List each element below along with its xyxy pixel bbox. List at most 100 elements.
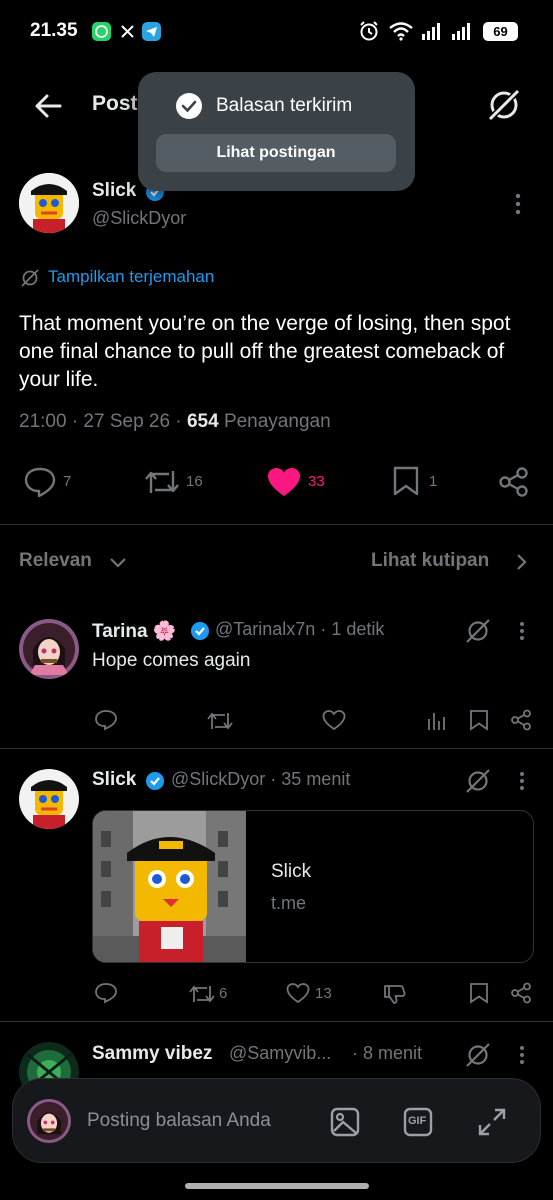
views-button[interactable] <box>426 709 446 731</box>
bookmark-button[interactable] <box>469 709 489 731</box>
x-icon <box>118 22 137 41</box>
divider <box>0 1021 553 1022</box>
link-card-title: Slick <box>271 861 312 882</box>
bookmark-icon <box>470 710 488 731</box>
like-count: 33 <box>308 473 325 490</box>
repost-icon <box>207 712 233 730</box>
translate-icon <box>20 268 40 288</box>
reply-icon <box>24 467 56 498</box>
more-options-icon[interactable] <box>519 771 525 791</box>
gif-label: GIF <box>408 1115 427 1127</box>
bookmark-icon <box>470 983 488 1004</box>
like-count: 13 <box>315 985 332 1002</box>
gif-button[interactable]: GIF <box>402 1106 434 1138</box>
grok-icon <box>485 86 523 124</box>
signal-icon-2 <box>451 21 473 41</box>
sort-relevance-button[interactable]: Relevan <box>19 550 92 572</box>
view-quotes-link[interactable]: Lihat kutipan <box>371 550 489 572</box>
like-button[interactable] <box>286 982 310 1004</box>
share-button[interactable] <box>510 709 532 731</box>
repost-button[interactable] <box>143 467 181 497</box>
battery-indicator: 69 <box>483 22 518 41</box>
arrow-left-icon <box>35 94 62 118</box>
reply-author-name[interactable]: Sammy vibez <box>92 1043 212 1065</box>
post-meta: 21:00 · 27 Sep 26 · 654 Penayangan <box>19 411 331 433</box>
like-button[interactable] <box>266 466 302 498</box>
wifi-icon <box>388 21 414 41</box>
reply-author-handle[interactable]: @Samyvib... <box>229 1043 331 1064</box>
heart-filled-icon <box>268 468 300 496</box>
whatsapp-icon <box>92 22 111 41</box>
divider <box>0 748 553 749</box>
repost-icon <box>189 985 215 1003</box>
share-icon <box>511 709 531 731</box>
more-options-icon[interactable] <box>519 1045 525 1065</box>
image-button[interactable] <box>329 1106 361 1138</box>
verified-badge-icon <box>145 771 165 791</box>
status-bar: 21.35 69 <box>0 0 553 64</box>
reply-avatar-slick[interactable] <box>19 769 79 829</box>
heart-icon <box>322 710 346 731</box>
grok-icon[interactable] <box>464 617 492 645</box>
back-button[interactable] <box>30 88 66 124</box>
expand-icon <box>478 1108 506 1136</box>
like-button[interactable] <box>322 709 346 731</box>
alarm-icon <box>358 20 380 42</box>
more-options-icon[interactable] <box>515 193 521 215</box>
repost-count: 16 <box>186 473 203 490</box>
reply-author-name[interactable]: Tarina 🌸 <box>92 619 177 643</box>
post-text: That moment you’re on the verge of losin… <box>19 312 511 391</box>
heart-icon <box>286 983 310 1004</box>
post-timestamp: 21:00 · 27 Sep 26 · <box>19 411 182 432</box>
bookmark-icon <box>393 466 419 496</box>
reply-icon <box>95 710 117 731</box>
author-name[interactable]: Slick <box>92 180 136 202</box>
link-card-domain: t.me <box>271 893 307 913</box>
check-circle-icon <box>176 93 202 119</box>
repost-button[interactable] <box>188 983 216 1005</box>
share-button[interactable] <box>498 466 530 498</box>
reply-composer[interactable]: Posting balasan Anda GIF <box>12 1078 541 1163</box>
chevron-right-icon[interactable] <box>514 552 528 572</box>
expand-button[interactable] <box>476 1106 508 1138</box>
analytics-icon <box>428 713 445 730</box>
author-handle[interactable]: @SlickDyor <box>92 208 186 229</box>
downvote-button[interactable] <box>383 983 407 1005</box>
author-avatar[interactable] <box>19 173 79 233</box>
composer-avatar <box>27 1099 71 1143</box>
repost-button[interactable] <box>206 710 234 732</box>
share-button[interactable] <box>510 982 532 1004</box>
reply-icon <box>95 983 117 1004</box>
home-indicator[interactable] <box>185 1183 369 1189</box>
reply-input[interactable]: Posting balasan Anda <box>87 1110 271 1132</box>
toast-notification: Balasan terkirim Lihat postingan <box>138 72 415 191</box>
reply-button[interactable] <box>94 982 118 1004</box>
bookmark-button[interactable] <box>392 465 420 497</box>
share-icon <box>511 982 531 1004</box>
reply-author-name[interactable]: Slick <box>92 769 136 791</box>
reply-count: 7 <box>63 473 72 490</box>
link-card[interactable]: Slick t.me <box>92 810 534 963</box>
reply-author-handle[interactable]: @SlickDyor · 35 menit <box>171 769 350 790</box>
view-post-button[interactable]: Lihat postingan <box>156 134 396 172</box>
thumbs-down-icon <box>384 985 406 1004</box>
view-count: 654 <box>186 411 219 432</box>
grok-button[interactable] <box>485 86 523 124</box>
reply-button[interactable] <box>23 466 57 498</box>
reply-author-handle[interactable]: @Tarinalx7n · 1 detik <box>215 619 384 640</box>
image-icon <box>330 1107 360 1137</box>
chevron-down-icon[interactable] <box>108 554 128 570</box>
bookmark-button[interactable] <box>469 982 489 1004</box>
reply-avatar-tarina[interactable] <box>19 619 79 679</box>
reply-button[interactable] <box>94 709 118 731</box>
share-icon <box>499 467 528 497</box>
repost-count: 6 <box>219 985 228 1002</box>
link-card-image <box>93 811 246 962</box>
flower-emoji: 🌸 <box>152 621 177 642</box>
reply-text: Hope comes again <box>92 650 251 671</box>
signal-icon <box>421 21 443 41</box>
translate-link[interactable]: Tampilkan terjemahan <box>48 267 214 287</box>
more-options-icon[interactable] <box>519 621 525 641</box>
grok-icon[interactable] <box>464 767 492 795</box>
grok-icon[interactable] <box>464 1041 492 1069</box>
